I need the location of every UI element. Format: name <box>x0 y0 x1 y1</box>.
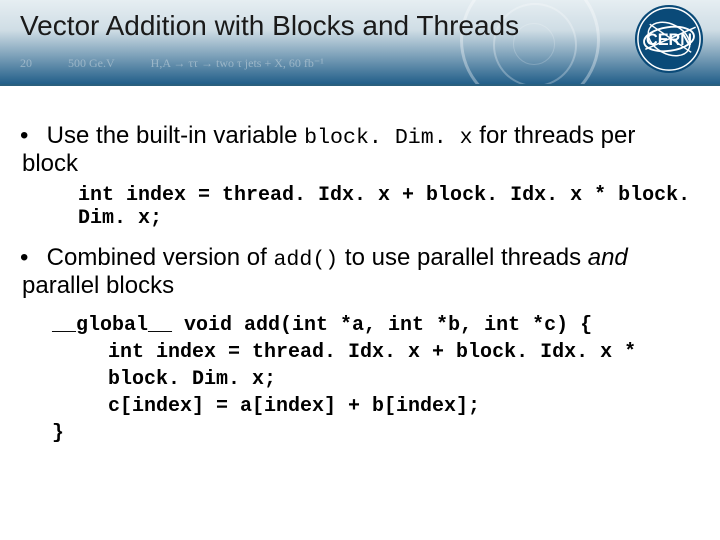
code-block: __global__ void add(int *a, int *b, int … <box>52 312 698 447</box>
bullet-1: Use the built-in variable block. Dim. x … <box>22 122 698 230</box>
header-decoration-text: 20 500 Ge.V H,A → ττ → two τ jets + X, 6… <box>0 48 720 78</box>
bullet-2-code: add() <box>273 248 338 272</box>
deco-mass: 500 Ge.V <box>68 56 115 71</box>
bullet-1-subcode: int index = thread. Idx. x + block. Idx.… <box>78 184 698 230</box>
bullet-2-post: parallel blocks <box>22 272 174 299</box>
svg-text:CERN: CERN <box>646 31 692 49</box>
code-line-4: } <box>52 420 698 447</box>
code-line-1: __global__ void add(int *a, int *b, int … <box>52 312 698 339</box>
code-line-3: c[index] = a[index] + b[index]; <box>52 393 698 420</box>
slide-header: 20 500 Ge.V H,A → ττ → two τ jets + X, 6… <box>0 0 720 86</box>
deco-formula: H,A → ττ → two τ jets + X, 60 fb⁻¹ <box>151 56 324 71</box>
cern-logo-icon: CERN <box>632 2 706 76</box>
deco-number: 20 <box>20 56 32 71</box>
bullet-2: Combined version of add() to use paralle… <box>22 244 698 300</box>
bullet-1-pre: Use the built-in variable <box>47 122 304 149</box>
slide-body: Use the built-in variable block. Dim. x … <box>0 86 720 447</box>
bullet-2-em: and <box>588 244 628 271</box>
bullet-2-pre: Combined version of <box>47 244 274 271</box>
slide-title: Vector Addition with Blocks and Threads <box>20 10 519 42</box>
bullet-1-code: block. Dim. x <box>304 126 472 150</box>
bullet-2-mid: to use parallel threads <box>338 244 587 271</box>
code-line-2: int index = thread. Idx. x + block. Idx.… <box>52 339 698 393</box>
